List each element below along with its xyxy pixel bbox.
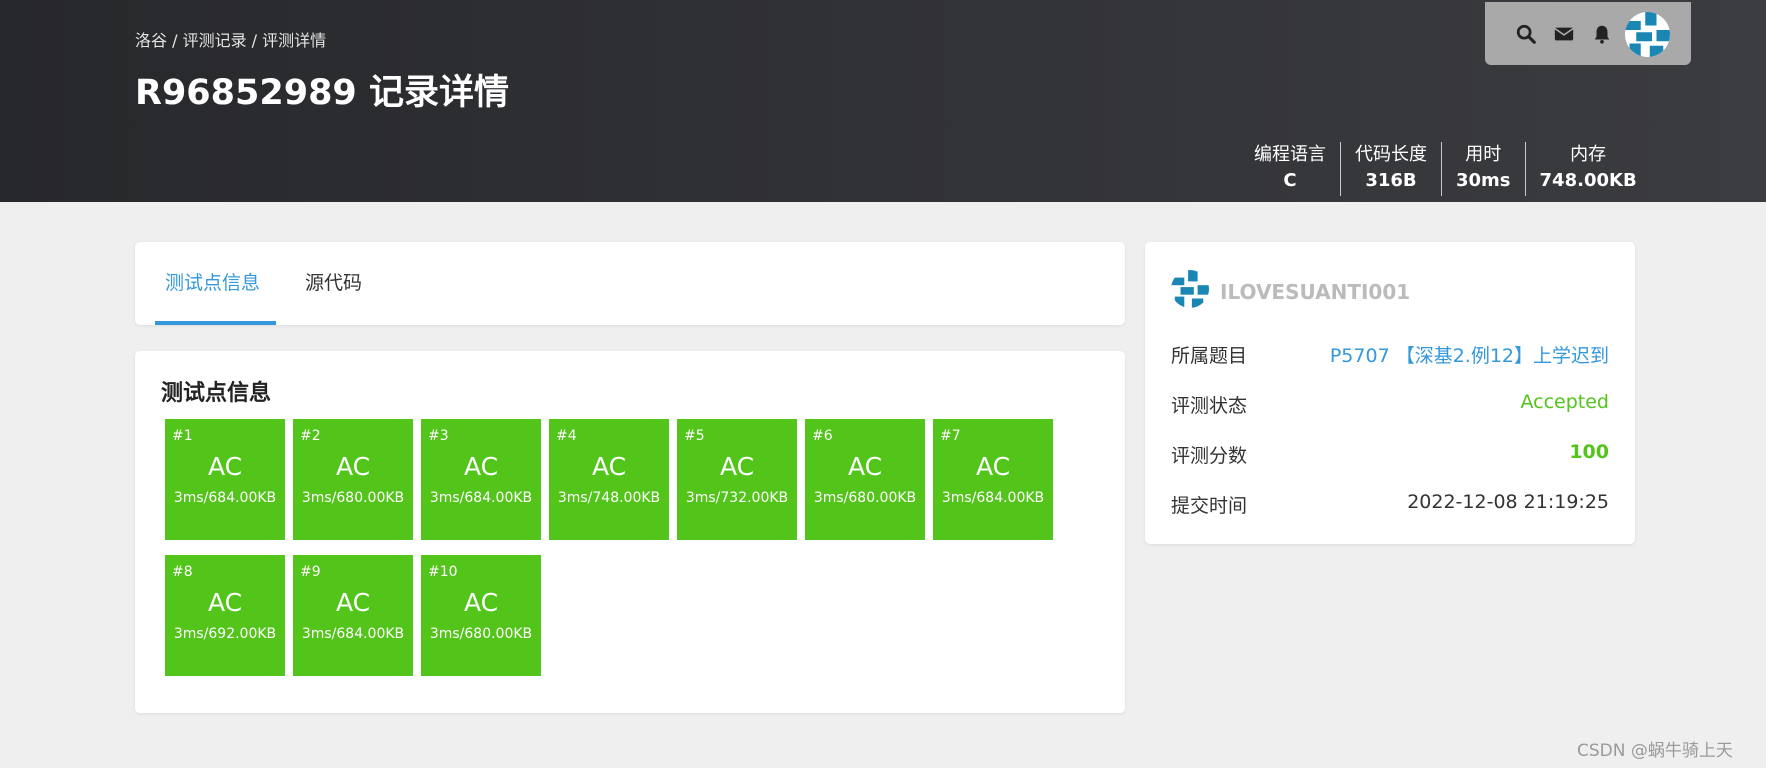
testcase-number: #10 [428,564,458,580]
stat-code-length: 代码长度 316B [1341,142,1442,196]
testcase-tile[interactable]: #2 AC 3ms/680.00KB [293,419,413,540]
avatar[interactable] [1625,12,1670,57]
testcase-detail: 3ms/684.00KB [429,490,533,506]
problem-link[interactable]: P5707 【深基2.例12】上学迟到 [1330,341,1609,368]
testcase-detail: 3ms/732.00KB [685,490,789,506]
submission-stats: 编程语言 C 代码长度 316B 用时 30ms 内存 748.00KB [1240,142,1651,196]
status-label: 评测状态 [1171,395,1248,417]
testcase-status: AC [207,588,243,617]
stat-language: 编程语言 C [1240,142,1341,196]
testcase-number: #3 [428,428,449,444]
testcase-tile[interactable]: #1 AC 3ms/684.00KB [165,419,285,540]
testcase-tile[interactable]: #10 AC 3ms/680.00KB [421,555,541,676]
testcase-number: #5 [684,428,705,444]
testcase-number: #1 [172,428,193,444]
testcase-number: #8 [172,564,193,580]
info-card: ILOVESUANTI001 所属题目 P5707 【深基2.例12】上学迟到 … [1145,242,1635,544]
testcase-status: AC [847,452,883,481]
testcase-tile[interactable]: #9 AC 3ms/684.00KB [293,555,413,676]
testcase-detail: 3ms/680.00KB [301,490,405,506]
page-title: R96852989 记录详情 [135,73,509,113]
problem-label: 所属题目 [1171,345,1248,367]
tabs-card: 测试点信息 源代码 [135,242,1125,325]
testcase-status: AC [591,452,627,481]
testcase-status: AC [335,452,371,481]
tab-active-indicator [155,321,276,325]
testcase-status: AC [719,452,755,481]
bell-icon[interactable] [1591,23,1613,45]
testcase-status: AC [207,452,243,481]
tab-testcases[interactable]: 测试点信息 [165,268,260,295]
score-value: 100 [1569,441,1609,463]
score-label: 评测分数 [1171,445,1248,467]
page-header: 洛谷 / 评测记录 / 评测详情 R96852989 记录详情 编程语言 C 代… [0,0,1766,202]
stat-memory: 内存 748.00KB [1539,144,1637,191]
testcase-tile[interactable]: #6 AC 3ms/680.00KB [805,419,925,540]
search-icon[interactable] [1515,23,1537,45]
testcase-number: #2 [300,428,321,444]
user-nav [1485,2,1691,65]
stat-time: 用时 30ms [1442,142,1526,196]
testcase-detail: 3ms/684.00KB [301,626,405,642]
tab-source-code[interactable]: 源代码 [305,268,362,295]
testcase-detail: 3ms/692.00KB [173,626,277,642]
testcase-number: #9 [300,564,321,580]
testcase-number: #4 [556,428,577,444]
testcase-detail: 3ms/680.00KB [429,626,533,642]
testcase-detail: 3ms/684.00KB [941,490,1045,506]
testcase-status: AC [463,588,499,617]
testcase-status: AC [335,588,371,617]
testcase-detail: 3ms/680.00KB [813,490,917,506]
testcase-number: #6 [812,428,833,444]
testcase-tile[interactable]: #8 AC 3ms/692.00KB [165,555,285,676]
submit-time-value: 2022-12-08 21:19:25 [1407,491,1609,513]
testcase-tile[interactable]: #4 AC 3ms/748.00KB [549,419,669,540]
user-avatar[interactable] [1171,270,1209,308]
username-link[interactable]: ILOVESUANTI001 [1220,280,1410,304]
section-title: 测试点信息 [161,381,272,406]
watermark: CSDN @蜗牛骑上天 [1577,741,1733,761]
testcase-tile[interactable]: #7 AC 3ms/684.00KB [933,419,1053,540]
status-value: Accepted [1520,391,1609,413]
submit-time-label: 提交时间 [1171,495,1248,517]
testcase-number: #7 [940,428,961,444]
testcase-status: AC [975,452,1011,481]
mail-icon[interactable] [1553,23,1575,45]
testcase-status: AC [463,452,499,481]
testcase-detail: 3ms/684.00KB [173,490,277,506]
testcases-card: 测试点信息 #1 AC 3ms/684.00KB #2 AC 3ms/680.00KB #3… [135,351,1125,713]
testcase-tile[interactable]: #5 AC 3ms/732.00KB [677,419,797,540]
testcase-detail: 3ms/748.00KB [557,490,661,506]
testcase-tile[interactable]: #3 AC 3ms/684.00KB [421,419,541,540]
breadcrumb[interactable]: 洛谷 / 评测记录 / 评测详情 [135,27,326,51]
